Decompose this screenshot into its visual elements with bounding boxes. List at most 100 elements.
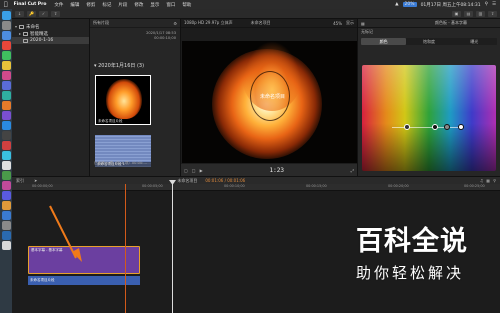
tab-saturation[interactable]: 饱和度 bbox=[406, 38, 451, 45]
center-line bbox=[392, 127, 462, 128]
menu-edit[interactable]: 编辑 bbox=[70, 2, 79, 8]
clip-meta: 2020/1/17 08:53 00:00:10;00 bbox=[146, 31, 176, 41]
playhead[interactable] bbox=[172, 180, 173, 313]
highlights-puck[interactable] bbox=[458, 124, 464, 130]
timeline-ruler[interactable]: 00:00:00;00 00:00:05;00 00:00:10;00 00:0… bbox=[12, 184, 500, 191]
share-button[interactable]: ⇧ bbox=[488, 10, 497, 17]
search-icon[interactable]: ⚲ bbox=[485, 2, 488, 7]
app-icon[interactable] bbox=[1, 201, 11, 210]
share-icon[interactable]: ⇧ bbox=[51, 10, 60, 17]
notes-icon[interactable] bbox=[1, 61, 11, 70]
ruler-tick: 00:00:20;00 bbox=[388, 184, 409, 188]
clock[interactable]: 01月17日 周五上午08:14:31 bbox=[421, 2, 481, 8]
safari-icon[interactable] bbox=[1, 31, 11, 40]
clip-filter[interactable]: 所有片段 bbox=[93, 20, 109, 26]
browser: 所有片段 ⚙ 2020/1/17 08:53 00:00:10;00 ▾ 202… bbox=[90, 19, 181, 176]
sidebar-item-label: 智能精选 bbox=[30, 31, 48, 37]
display-menu[interactable]: 显示 bbox=[346, 20, 354, 26]
app-icon[interactable] bbox=[1, 151, 11, 160]
menu-modify[interactable]: 修改 bbox=[134, 2, 143, 8]
inspector-sub-label[interactable]: 无标记 bbox=[361, 29, 373, 35]
audio-icon[interactable]: ♫ bbox=[480, 178, 484, 183]
sidebar-item-event[interactable]: 2020-1-16 bbox=[12, 37, 89, 44]
app-icon[interactable] bbox=[1, 111, 11, 120]
app-icon[interactable] bbox=[1, 91, 11, 100]
viewer-header: 1080p HD 29.97p 立体声 未命名项目 45% 显示 bbox=[181, 19, 357, 28]
clip-thumbnail-selected[interactable]: 未命名项目片段 bbox=[95, 75, 151, 125]
app-icon[interactable] bbox=[1, 121, 11, 130]
inspector-title: 颜色板 - 基本字幕 bbox=[435, 20, 467, 25]
transform-icon[interactable]: ▢ bbox=[184, 168, 188, 173]
app-icon[interactable] bbox=[1, 221, 11, 230]
wifi-icon[interactable]: ▲ bbox=[395, 2, 398, 7]
color-board-tabs: 颜色 饱和度 曝光 bbox=[361, 38, 497, 45]
timeline-toggle[interactable]: ▤ bbox=[464, 10, 473, 17]
sidebar-item-smart-collections[interactable]: ▸ 智能精选 bbox=[12, 30, 89, 37]
clip-name: 未命名项目片段 bbox=[96, 119, 150, 124]
fullscreen-icon[interactable]: ⤢ bbox=[351, 168, 354, 173]
inspector-toggle[interactable]: ▥ bbox=[476, 10, 485, 17]
library-root[interactable]: ▾ 未命名 bbox=[12, 23, 89, 30]
menu-view[interactable]: 显示 bbox=[150, 2, 159, 8]
app-icon[interactable] bbox=[1, 101, 11, 110]
zoom-icon[interactable]: ⚲ bbox=[493, 178, 496, 183]
app-icon[interactable] bbox=[1, 161, 11, 170]
app-icon[interactable] bbox=[1, 171, 11, 180]
primary-clip[interactable]: 未命名项目片段 bbox=[28, 276, 140, 285]
date-group-header[interactable]: ▾ 2020年1月16日 (3) bbox=[94, 62, 144, 69]
annotation-arrow-icon bbox=[49, 205, 82, 262]
apple-icon[interactable]:  bbox=[4, 1, 8, 8]
menu-help[interactable]: 帮助 bbox=[182, 2, 191, 8]
ruler-tick: 00:00:05;00 bbox=[142, 184, 163, 188]
chevron-down-icon[interactable]: ▾ bbox=[94, 63, 97, 69]
menu-mark[interactable]: 标记 bbox=[102, 2, 111, 8]
menu-trim[interactable]: 修剪 bbox=[86, 2, 95, 8]
app-icon[interactable] bbox=[1, 231, 11, 240]
arrow-tool-icon[interactable]: ➤ bbox=[34, 178, 37, 183]
play-icon[interactable]: ▶ bbox=[200, 168, 203, 173]
libraries-toggle[interactable]: ▣ bbox=[452, 10, 461, 17]
menu-file[interactable]: 文件 bbox=[54, 2, 63, 8]
app-icon[interactable] bbox=[1, 211, 11, 220]
watermark-title: 百科全说 bbox=[356, 226, 468, 257]
date-group-count: (3) bbox=[136, 63, 145, 69]
zoom-menu[interactable]: 45% bbox=[333, 21, 342, 26]
keyword-button[interactable]: 🔑 bbox=[27, 10, 36, 17]
app-icon[interactable] bbox=[1, 41, 11, 50]
browser-settings-icon[interactable]: ⚙ bbox=[173, 21, 177, 26]
tab-exposure[interactable]: 曝光 bbox=[452, 38, 497, 45]
shadows-puck[interactable] bbox=[432, 124, 438, 130]
app-icon[interactable] bbox=[1, 81, 11, 90]
watermark-subtitle: 助你轻松解决 bbox=[356, 264, 465, 282]
inspector-tab-icon[interactable]: ▦ bbox=[361, 21, 365, 26]
midtones-puck[interactable] bbox=[444, 124, 450, 130]
import-button[interactable]: ↓ bbox=[15, 10, 24, 17]
finder-icon[interactable] bbox=[1, 11, 11, 20]
video-frame[interactable]: 未命名项目 bbox=[182, 41, 357, 163]
final-cut-icon[interactable] bbox=[1, 131, 11, 140]
trash-icon[interactable] bbox=[1, 241, 11, 250]
library-icon bbox=[19, 24, 24, 29]
menubar:  Final Cut Pro 文件 编辑 修剪 标记 片段 修改 显示 窗口 … bbox=[0, 0, 500, 9]
tab-color[interactable]: 颜色 bbox=[361, 38, 407, 45]
launchpad-icon[interactable] bbox=[1, 21, 11, 30]
app-menu[interactable]: Final Cut Pro bbox=[14, 2, 47, 7]
index-button[interactable]: 索引 bbox=[16, 178, 24, 184]
music-icon[interactable] bbox=[1, 71, 11, 80]
battery-percent[interactable]: 20% bbox=[402, 2, 417, 7]
app-icon[interactable] bbox=[1, 181, 11, 190]
color-board[interactable] bbox=[362, 65, 496, 171]
app-icon[interactable] bbox=[1, 191, 11, 200]
crop-icon[interactable]: □ bbox=[192, 168, 196, 173]
menu-window[interactable]: 窗口 bbox=[166, 2, 175, 8]
watermark: 百科全说 助你轻松解决 bbox=[356, 219, 500, 297]
notification-icon[interactable]: ☰ bbox=[492, 2, 496, 7]
menu-clip[interactable]: 片段 bbox=[118, 2, 127, 8]
timecode-display[interactable]: 1:23 bbox=[269, 167, 283, 174]
snapping-icon[interactable]: ▦ bbox=[486, 178, 490, 183]
check-button[interactable]: ✓ bbox=[39, 10, 48, 17]
app-icon[interactable] bbox=[1, 141, 11, 150]
inspector-subheader: 无标记 bbox=[358, 28, 500, 36]
master-puck[interactable] bbox=[404, 124, 410, 130]
messages-icon[interactable] bbox=[1, 51, 11, 60]
